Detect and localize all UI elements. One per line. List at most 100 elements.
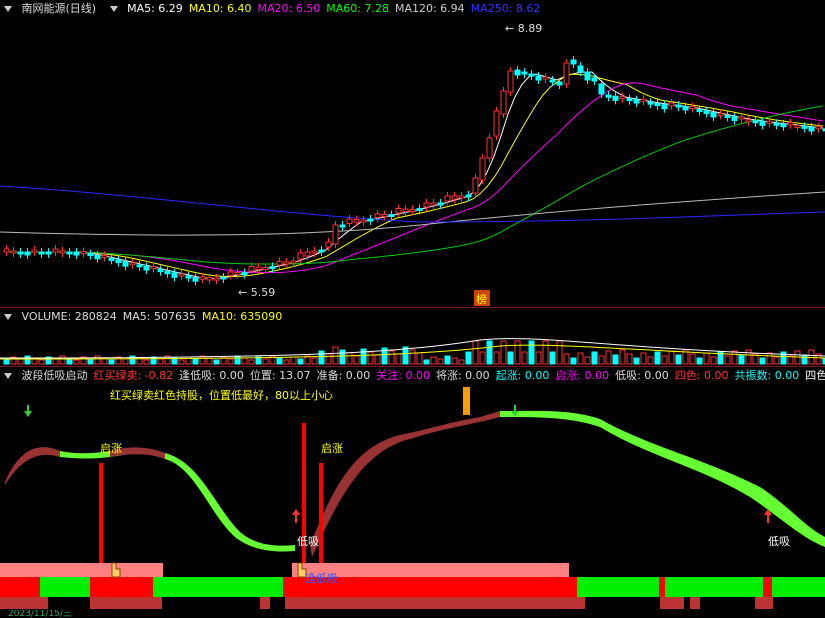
volume-bar bbox=[801, 354, 808, 365]
indicator-panel[interactable]: 波段低吸启动 红买绿卖: -0.82 逢低吸: 0.00 位置: 13.07 准备: 0… bbox=[0, 367, 825, 618]
candle-body bbox=[584, 71, 591, 81]
signal-bar bbox=[319, 463, 323, 563]
candle-body bbox=[458, 195, 465, 199]
candle-body bbox=[752, 120, 759, 124]
indicator-chart[interactable] bbox=[0, 367, 825, 618]
volume-bar bbox=[94, 355, 101, 365]
candle-body bbox=[507, 70, 514, 93]
signal-band bbox=[0, 577, 40, 597]
rank-badge-label: 榜 bbox=[476, 292, 487, 306]
volume-bar bbox=[731, 350, 738, 365]
volume-bar bbox=[395, 353, 402, 365]
candle-body bbox=[514, 69, 521, 76]
volume-bar bbox=[556, 340, 563, 365]
candle-body bbox=[52, 248, 59, 253]
annotation-fengdixi: 逢低吸 bbox=[305, 572, 338, 585]
candle-body bbox=[787, 122, 794, 126]
volume-bar bbox=[59, 355, 66, 365]
candle-body bbox=[220, 276, 227, 280]
volume-bar bbox=[108, 359, 115, 365]
candle-body bbox=[213, 277, 220, 281]
volume-bar bbox=[325, 353, 332, 365]
volume-bar bbox=[283, 359, 290, 365]
price-panel[interactable]: 南网能源(日线) MA5: 6.29 MA10: 6.40 MA20: 6.50 MA… bbox=[0, 0, 825, 307]
candle-body bbox=[360, 219, 367, 223]
candle-body bbox=[717, 113, 724, 116]
candle-body bbox=[437, 202, 444, 206]
volume-bar bbox=[703, 352, 710, 365]
candle-body bbox=[696, 109, 703, 112]
volume-bar bbox=[710, 356, 717, 365]
volume-bar bbox=[738, 354, 745, 365]
volume-bar bbox=[458, 359, 465, 365]
volume-panel[interactable]: VOLUME: 280824 MA5: 507635 MA10: 635090 bbox=[0, 308, 825, 366]
signal-band bbox=[772, 577, 825, 597]
signal-band bbox=[40, 577, 90, 597]
candle-body bbox=[710, 112, 717, 118]
candle-body bbox=[10, 250, 17, 254]
volume-bar bbox=[535, 351, 542, 365]
bottom-axis-label: 2023/11/15/三 bbox=[8, 610, 72, 618]
volume-bar bbox=[248, 359, 255, 365]
candle-body bbox=[472, 177, 479, 194]
volume-bar bbox=[388, 350, 395, 365]
volume-bar bbox=[507, 351, 514, 365]
candle-body bbox=[150, 266, 157, 270]
candle-body bbox=[479, 157, 486, 181]
candle-body bbox=[542, 76, 549, 80]
volume-bar bbox=[374, 354, 381, 365]
volume-chart[interactable] bbox=[0, 308, 825, 366]
candle-body bbox=[808, 126, 815, 132]
signal-band bbox=[660, 597, 684, 609]
candle-body bbox=[45, 251, 52, 255]
candle-body bbox=[262, 267, 269, 270]
signal-band bbox=[90, 597, 162, 609]
volume-bar bbox=[423, 359, 430, 365]
candle-body bbox=[486, 137, 493, 159]
candle-body bbox=[73, 251, 80, 256]
candle-body bbox=[626, 98, 633, 102]
volume-bar bbox=[213, 359, 220, 365]
candle-body bbox=[570, 59, 577, 65]
volume-bar bbox=[647, 356, 654, 365]
volume-bar bbox=[143, 359, 150, 365]
annotation-qizhang-1: 启涨 bbox=[100, 442, 122, 455]
ribbon-green-2 bbox=[165, 453, 295, 552]
volume-bar bbox=[577, 352, 584, 365]
candle-body bbox=[640, 98, 647, 102]
volume-bar bbox=[514, 340, 521, 365]
candle-body bbox=[591, 77, 598, 82]
candle-body bbox=[115, 259, 122, 264]
signal-band bbox=[577, 577, 659, 597]
candle-body bbox=[87, 253, 94, 257]
candle-body bbox=[136, 264, 143, 268]
candle-body bbox=[304, 251, 311, 257]
volume-bar bbox=[402, 346, 409, 365]
candle-body bbox=[206, 277, 213, 281]
volume-bar bbox=[444, 355, 451, 365]
volume-bar bbox=[192, 358, 199, 365]
candle-body bbox=[157, 269, 164, 273]
candle-body bbox=[129, 262, 136, 266]
volume-bar bbox=[3, 359, 10, 365]
volume-bar bbox=[626, 353, 633, 365]
signal-bar bbox=[99, 463, 103, 563]
candle-body bbox=[185, 275, 192, 279]
volume-bar bbox=[493, 351, 500, 365]
volume-bar bbox=[437, 358, 444, 365]
volume-bar bbox=[332, 346, 339, 365]
volume-bar bbox=[122, 358, 129, 365]
volume-bar bbox=[759, 357, 766, 365]
volume-bar bbox=[318, 350, 325, 365]
volume-bar bbox=[178, 359, 185, 365]
candle-body bbox=[101, 254, 108, 258]
arrow-up-icon bbox=[292, 509, 300, 515]
candle-body bbox=[556, 81, 563, 86]
candlestick-chart[interactable]: ← 8.89 ← 5.59 榜 bbox=[0, 0, 825, 307]
volume-bar bbox=[150, 356, 157, 365]
candle-body bbox=[3, 248, 10, 253]
ma60-line bbox=[4, 105, 824, 265]
volume-bar bbox=[675, 354, 682, 365]
volume-bar bbox=[38, 359, 45, 365]
candle-body bbox=[199, 276, 206, 280]
